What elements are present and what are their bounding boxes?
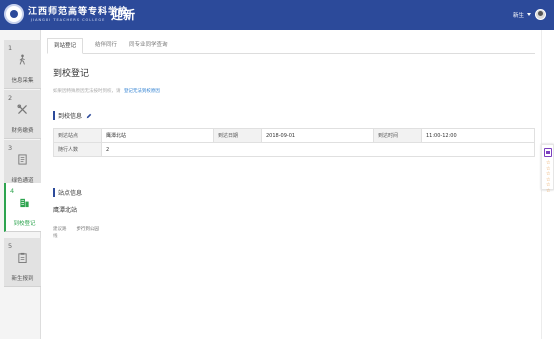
tab-travel-together[interactable]: 结伴同行 <box>89 38 123 54</box>
sidebar-item-arrival-registration[interactable]: 4 到校登记 <box>4 183 41 232</box>
sidebar-item-number: 1 <box>8 44 13 52</box>
tab-station-registration[interactable]: 到站登记 <box>47 38 84 54</box>
route-row: 建议路线 步行到公园 <box>53 226 99 240</box>
table-row: 到达站点 鹰潭北站 到达日期 2018-09-01 到达时间 11:00-12:… <box>53 128 535 143</box>
clipboard-icon <box>18 252 27 263</box>
sidebar-item-label: 信息采集 <box>11 78 34 84</box>
person-walking-icon <box>19 54 25 65</box>
school-logo-icon <box>4 4 24 24</box>
register-absence-link[interactable]: 登记无法到校原因 <box>124 89 160 94</box>
table-key-cell: 到达站点 <box>53 128 102 143</box>
school-name-english: JIANGXI TEACHERS COLLEGE <box>31 18 106 22</box>
building-icon <box>20 198 29 208</box>
user-name[interactable]: 新生 <box>513 11 524 19</box>
table-value-cell: 2018-09-01 <box>261 128 374 143</box>
sidebar-item-green-channel[interactable]: 3 绿色通道 <box>4 140 41 189</box>
table-key-cell: 到达时间 <box>373 128 422 143</box>
sidebar-item-number: 5 <box>8 242 13 250</box>
app-title: 迎新 <box>111 8 136 22</box>
avatar[interactable] <box>535 9 546 20</box>
tab-bar: 到站登记 结伴同行 同专业同学查询 <box>47 38 535 54</box>
arrival-info-title-text: 到校信息 <box>58 113 83 120</box>
hint-text: 如果因特殊原因无法按时到校，请 <box>53 89 121 94</box>
table-row: 随行人数 2 <box>53 142 535 157</box>
tools-icon <box>17 104 27 114</box>
table-key-cell: 到达日期 <box>213 128 262 143</box>
sidebar-item-info-collection[interactable]: 1 信息采集 <box>4 40 41 89</box>
route-label: 建议路线 <box>53 227 67 239</box>
caret-down-icon[interactable] <box>527 13 531 16</box>
sidebar-item-number: 2 <box>8 94 13 102</box>
floating-widget[interactable]: ☆ ☆ ☆ ☆ ☆ ☆ <box>541 144 554 193</box>
rating-stars: ☆ ☆ ☆ ☆ ☆ ☆ <box>546 160 551 194</box>
top-bar: 江西师范高等专科学校 JIANGXI TEACHERS COLLEGE 迎新 新… <box>0 0 554 30</box>
main-content: 到站登记 结伴同行 同专业同学查询 到校登记 如果因特殊原因无法按时到校，请 登… <box>41 30 541 339</box>
table-key-cell: 随行人数 <box>53 142 102 157</box>
table-value-cell: 鹰潭北站 <box>101 128 214 143</box>
sidebar-item-payment[interactable]: 2 财务缴费 <box>4 90 41 139</box>
chat-icon[interactable] <box>544 148 552 157</box>
arrival-info-section-title: 到校信息 <box>53 111 92 120</box>
tab-same-major-query[interactable]: 同专业同学查询 <box>123 38 174 54</box>
edit-icon[interactable] <box>86 113 92 119</box>
table-value-cell: 11:00-12:00 <box>421 128 535 143</box>
sidebar-item-number: 3 <box>8 144 13 152</box>
station-name: 鹰潭北站 <box>53 207 78 214</box>
page-title: 到校登记 <box>53 69 90 79</box>
sidebar-item-label: 财务缴费 <box>11 128 34 134</box>
arrival-info-table: 到达站点 鹰潭北站 到达日期 2018-09-01 到达时间 11:00-12:… <box>53 128 535 157</box>
user-menu[interactable]: 新生 <box>513 9 546 20</box>
table-value-cell: 2 <box>101 142 535 157</box>
sidebar-item-new-student-checkin[interactable]: 5 新生报到 <box>4 238 41 287</box>
station-info-section-title: 站点信息 <box>53 188 82 197</box>
hint-row: 如果因特殊原因无法按时到校，请 登记无法到校原因 <box>53 88 160 94</box>
document-icon <box>18 154 27 165</box>
sidebar-item-number: 4 <box>10 187 15 195</box>
sidebar: 1 信息采集 2 财务缴费 3 绿色通道 4 到校登记 5 新生报到 <box>0 30 41 339</box>
route-value: 步行到公园 <box>76 227 99 232</box>
sidebar-item-label: 到校登记 <box>13 221 36 227</box>
sidebar-item-label: 新生报到 <box>11 276 34 282</box>
